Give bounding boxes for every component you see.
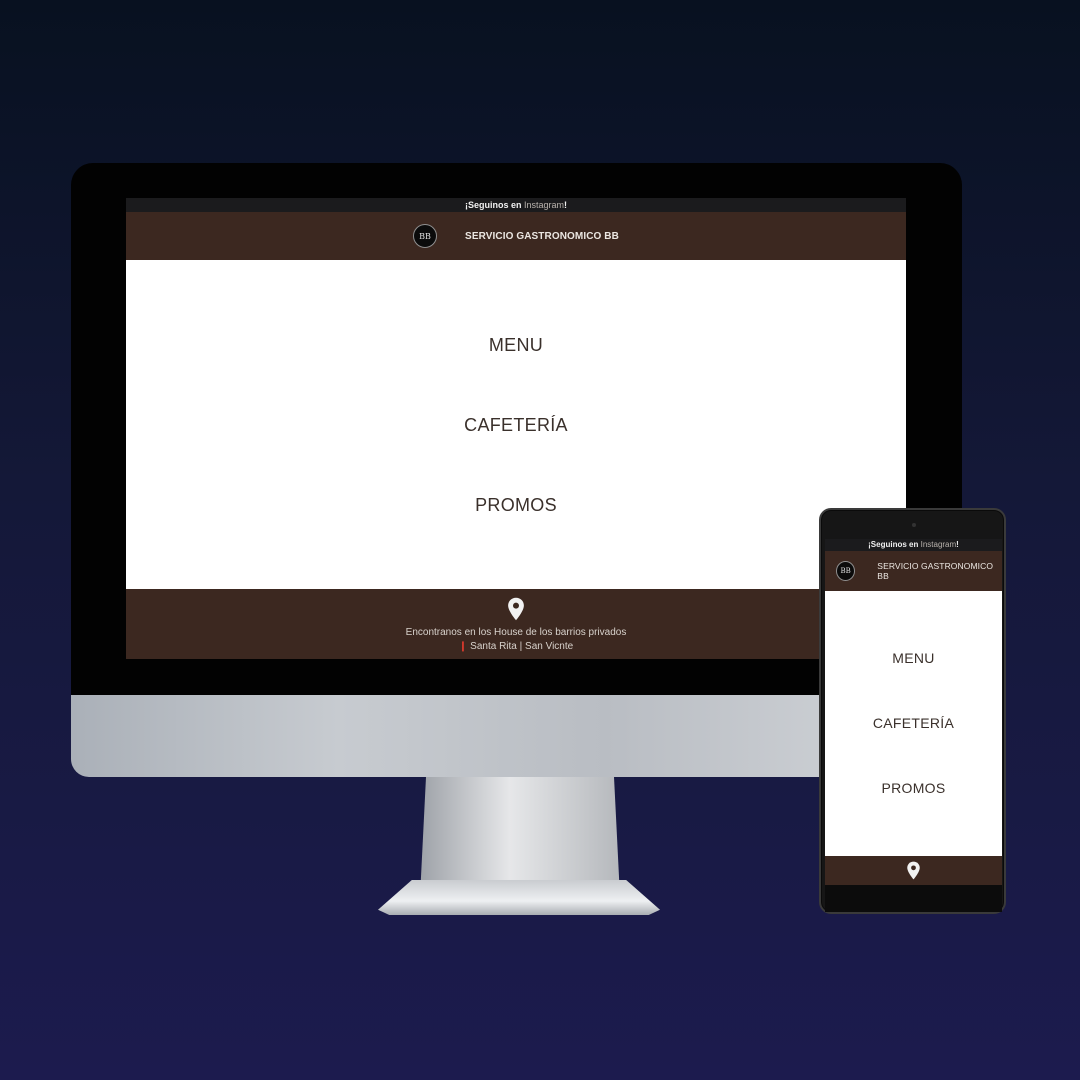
announcement-bar: ¡Seguinos en Instagram!: [126, 198, 906, 212]
mobile-logo-text: BB: [840, 567, 851, 575]
mobile-screen: ¡Seguinos en Instagram! BB SERVICIO GAST…: [825, 539, 1002, 885]
mobile-site-footer: [825, 856, 1002, 885]
site-header: BB SERVICIO GASTRONOMICO BB: [126, 212, 906, 260]
phone-device: ¡Seguinos en Instagram! BB SERVICIO GAST…: [819, 508, 1006, 914]
mobile-location-pin-icon[interactable]: [906, 861, 921, 880]
announcement-suffix: !: [564, 200, 568, 210]
phone-bottom-bezel: [825, 885, 1002, 912]
brand-name[interactable]: SERVICIO GASTRONOMICO BB: [465, 231, 619, 242]
mobile-instagram-link[interactable]: Instagram: [921, 540, 957, 549]
footer-address: Encontranos en los House de los barrios …: [406, 626, 627, 654]
site-footer: Encontranos en los House de los barrios …: [126, 589, 906, 659]
monitor-stand-base: [378, 880, 660, 915]
mobile-brand-name[interactable]: SERVICIO GASTRONOMICO BB: [877, 561, 1002, 581]
desktop-screen: ¡Seguinos en Instagram! BB SERVICIO GAST…: [126, 198, 906, 659]
mobile-announcement-prefix: ¡Seguinos en: [868, 540, 921, 549]
mobile-nav-link-menu[interactable]: MENU: [892, 626, 934, 691]
mobile-announcement-suffix: !: [956, 540, 959, 549]
monitor-stand-neck: [420, 777, 620, 897]
main-nav: MENU CAFETERÍA PROMOS: [126, 260, 906, 589]
mobile-bb-logo[interactable]: BB: [836, 561, 856, 581]
mobile-nav-link-promos[interactable]: PROMOS: [881, 756, 945, 821]
footer-line-2-row: ❙ Santa Rita | San Vicnte: [406, 640, 627, 654]
mobile-main-nav: MENU CAFETERÍA PROMOS: [825, 591, 1002, 856]
instagram-link[interactable]: Instagram: [524, 200, 564, 210]
announcement-prefix: ¡Seguinos en: [464, 200, 524, 210]
mobile-nav-link-cafeteria[interactable]: CAFETERÍA: [873, 691, 954, 756]
logo-text: BB: [419, 231, 431, 241]
footer-line-1: Encontranos en los House de los barrios …: [405, 627, 627, 638]
nav-link-menu[interactable]: MENU: [489, 305, 543, 385]
location-pin-icon[interactable]: [507, 597, 525, 621]
footer-line-2: Santa Rita | San Vicnte: [470, 641, 574, 652]
nav-link-promos[interactable]: PROMOS: [475, 465, 557, 545]
mobile-site-header: BB SERVICIO GASTRONOMICO BB: [825, 551, 1002, 591]
mobile-announcement-bar: ¡Seguinos en Instagram!: [825, 539, 1002, 551]
mini-location-pin-icon: ❙: [458, 641, 468, 652]
bb-logo[interactable]: BB: [413, 224, 438, 248]
nav-link-cafeteria[interactable]: CAFETERÍA: [464, 385, 568, 465]
phone-camera: [912, 523, 916, 527]
